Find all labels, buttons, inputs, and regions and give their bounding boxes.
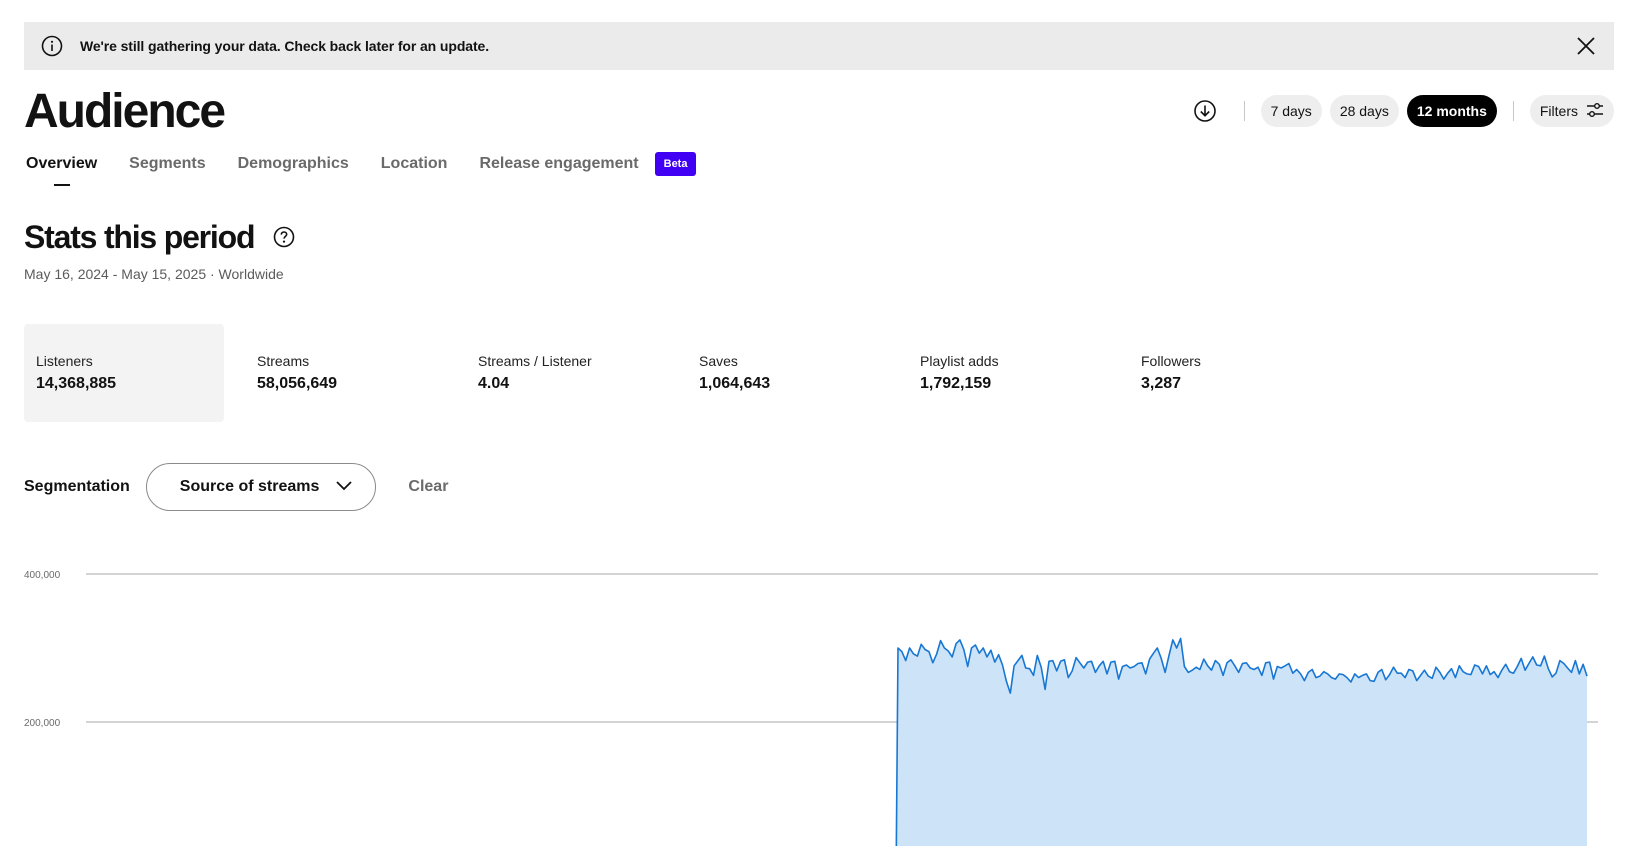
tab-location[interactable]: Location <box>381 150 448 178</box>
time-range-12-months[interactable]: 12 months <box>1406 95 1497 127</box>
segmentation-selected: Source of streams <box>179 478 320 495</box>
stat-label: Streams / Listener <box>478 353 592 369</box>
close-icon[interactable] <box>1574 34 1598 58</box>
stat-value: 58,056,649 <box>257 375 338 392</box>
divider <box>1512 101 1514 121</box>
stat-value: 14,368,885 <box>36 375 117 392</box>
stat-label: Streams <box>257 353 310 369</box>
stats-title: Stats this period <box>24 219 256 255</box>
stat-value: 4.04 <box>478 375 510 392</box>
filters-button[interactable]: Filters <box>1529 95 1614 127</box>
stat-streams-per-listener[interactable]: Streams / Listener 4.04 <box>466 324 666 422</box>
help-icon[interactable] <box>272 225 296 249</box>
y-tick-label: 400,000 <box>24 570 61 581</box>
stat-label: Followers <box>1141 353 1201 369</box>
y-tick-label: 200,000 <box>24 718 61 729</box>
tab-segments[interactable]: Segments <box>129 150 205 178</box>
tab-release-engagement-label[interactable]: Release engagement <box>479 150 638 178</box>
notification-banner: We're still gathering your data. Check b… <box>24 22 1614 70</box>
stat-value: 1,064,643 <box>699 375 771 392</box>
stat-label: Listeners <box>36 353 93 369</box>
stat-label: Playlist adds <box>920 353 999 369</box>
tab-release-engagement[interactable]: Release engagement Beta <box>479 150 697 178</box>
stats-section-title: Stats this period <box>24 217 296 257</box>
stat-playlist-adds[interactable]: Playlist adds 1,792,159 <box>908 324 1108 422</box>
filters-label: Filters <box>1539 103 1578 119</box>
tab-overview[interactable]: Overview <box>26 150 97 186</box>
sliders-icon <box>1586 102 1604 121</box>
page-title: Audience <box>24 85 226 138</box>
stat-label: Saves <box>699 353 738 369</box>
divider <box>1243 101 1245 121</box>
period-subtitle: May 16, 2024 - May 15, 2025 · Worldwide <box>24 266 284 282</box>
listeners-chart: 400,000 200,000 <box>24 570 1598 846</box>
segmentation-row: Segmentation Source of streams Clear <box>24 463 448 511</box>
tab-demographics[interactable]: Demographics <box>238 150 349 178</box>
download-icon[interactable] <box>1192 98 1218 124</box>
beta-badge: Beta <box>654 152 697 176</box>
tab-bar: Overview Segments Demographics Location … <box>26 150 697 186</box>
banner-message: We're still gathering your data. Check b… <box>80 38 489 54</box>
time-range-28-days[interactable]: 28 days <box>1329 95 1399 127</box>
stat-value: 1,792,159 <box>920 375 992 392</box>
stat-saves[interactable]: Saves 1,064,643 <box>687 324 887 422</box>
stat-listeners[interactable]: Listeners 14,368,885 <box>24 324 224 422</box>
segmentation-label: Segmentation <box>24 478 130 495</box>
stat-value: 3,287 <box>1141 375 1182 392</box>
stat-streams[interactable]: Streams 58,056,649 <box>245 324 445 422</box>
header-controls: 7 days 28 days 12 months Filters <box>1192 95 1614 127</box>
time-range-7-days[interactable]: 7 days <box>1260 95 1322 127</box>
chart-area <box>896 638 1587 846</box>
stats-row: Listeners 14,368,885 Streams 58,056,649 … <box>24 324 1350 422</box>
stat-followers[interactable]: Followers 3,287 <box>1129 324 1329 422</box>
segmentation-dropdown[interactable]: Source of streams <box>145 463 377 511</box>
chevron-down-icon <box>335 478 353 496</box>
info-icon <box>40 34 64 58</box>
clear-button[interactable]: Clear <box>408 478 448 496</box>
